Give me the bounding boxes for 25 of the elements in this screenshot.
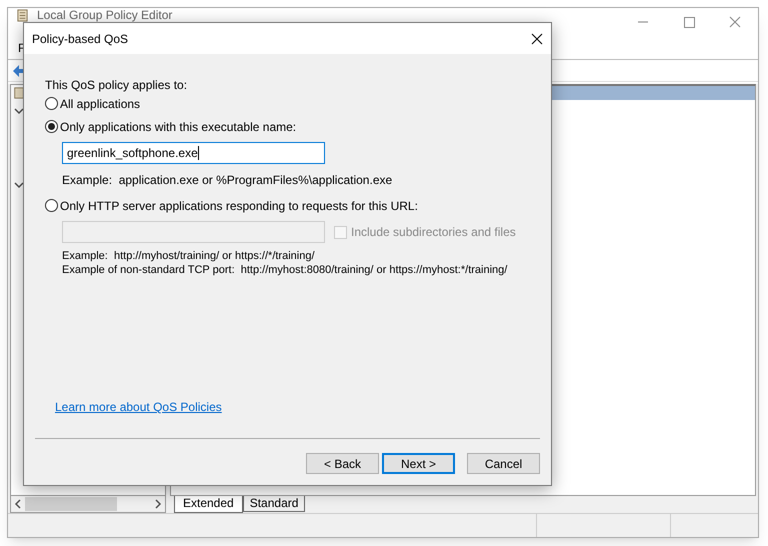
- scroll-icon: [16, 9, 29, 22]
- chevron-icon[interactable]: [14, 107, 24, 115]
- dialog-button[interactable]: < Back: [306, 453, 379, 474]
- radio-button[interactable]: [45, 199, 58, 212]
- radio-label[interactable]: All applications: [60, 94, 140, 112]
- chevron-icon[interactable]: [14, 181, 24, 189]
- sheet-tab[interactable]: Extended: [174, 496, 243, 513]
- sheet-tab[interactable]: Standard: [242, 496, 306, 512]
- dialog-button[interactable]: Next >: [382, 453, 455, 474]
- radio-button[interactable]: [45, 97, 58, 110]
- scrollbar-thumb[interactable]: [25, 497, 117, 511]
- input-field[interactable]: greenlink_softphone.exe: [62, 142, 325, 164]
- example-text: Example of non-standard TCP port: http://myhost:8080/training/ or https://myhost:*/training/: [62, 263, 508, 277]
- radio-button[interactable]: [45, 120, 58, 133]
- learn-more-link[interactable]: Learn more about QoS Policies: [55, 400, 222, 414]
- prompt-text: This QoS policy applies to:: [45, 77, 188, 92]
- dialog-title: Policy-based QoS: [32, 30, 128, 48]
- radio-label[interactable]: Only applications with this executable name:: [60, 118, 296, 136]
- dialog-button[interactable]: Cancel: [467, 453, 540, 474]
- scroll-icon: [13, 87, 25, 99]
- window-title: Local Group Policy Editor: [37, 8, 172, 22]
- example-text: Example: http://myhost/training/ or https://*/training/: [62, 249, 316, 263]
- example-text: Example: application.exe or %ProgramFiles%\application.exe: [62, 172, 394, 187]
- radio-label[interactable]: Only HTTP server applications responding to requests for this URL:: [60, 196, 418, 214]
- close-icon[interactable]: [531, 32, 543, 44]
